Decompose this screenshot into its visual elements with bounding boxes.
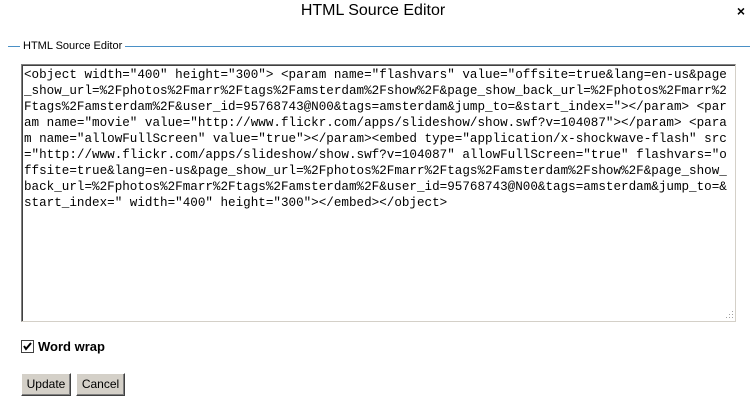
update-button[interactable]: Update xyxy=(21,373,71,396)
checkmark-icon xyxy=(23,341,32,351)
dialog-title: HTML Source Editor xyxy=(300,2,446,19)
fieldset-legend: HTML Source Editor xyxy=(20,40,126,53)
close-icon[interactable]: × xyxy=(733,2,749,20)
word-wrap-checkbox[interactable] xyxy=(21,339,34,353)
word-wrap-option: Word wrap xyxy=(21,337,105,355)
cancel-button[interactable]: Cancel xyxy=(76,373,125,396)
resize-grip-icon[interactable] xyxy=(724,309,734,319)
html-source-textarea[interactable] xyxy=(21,64,736,322)
word-wrap-label[interactable]: Word wrap xyxy=(38,339,105,354)
